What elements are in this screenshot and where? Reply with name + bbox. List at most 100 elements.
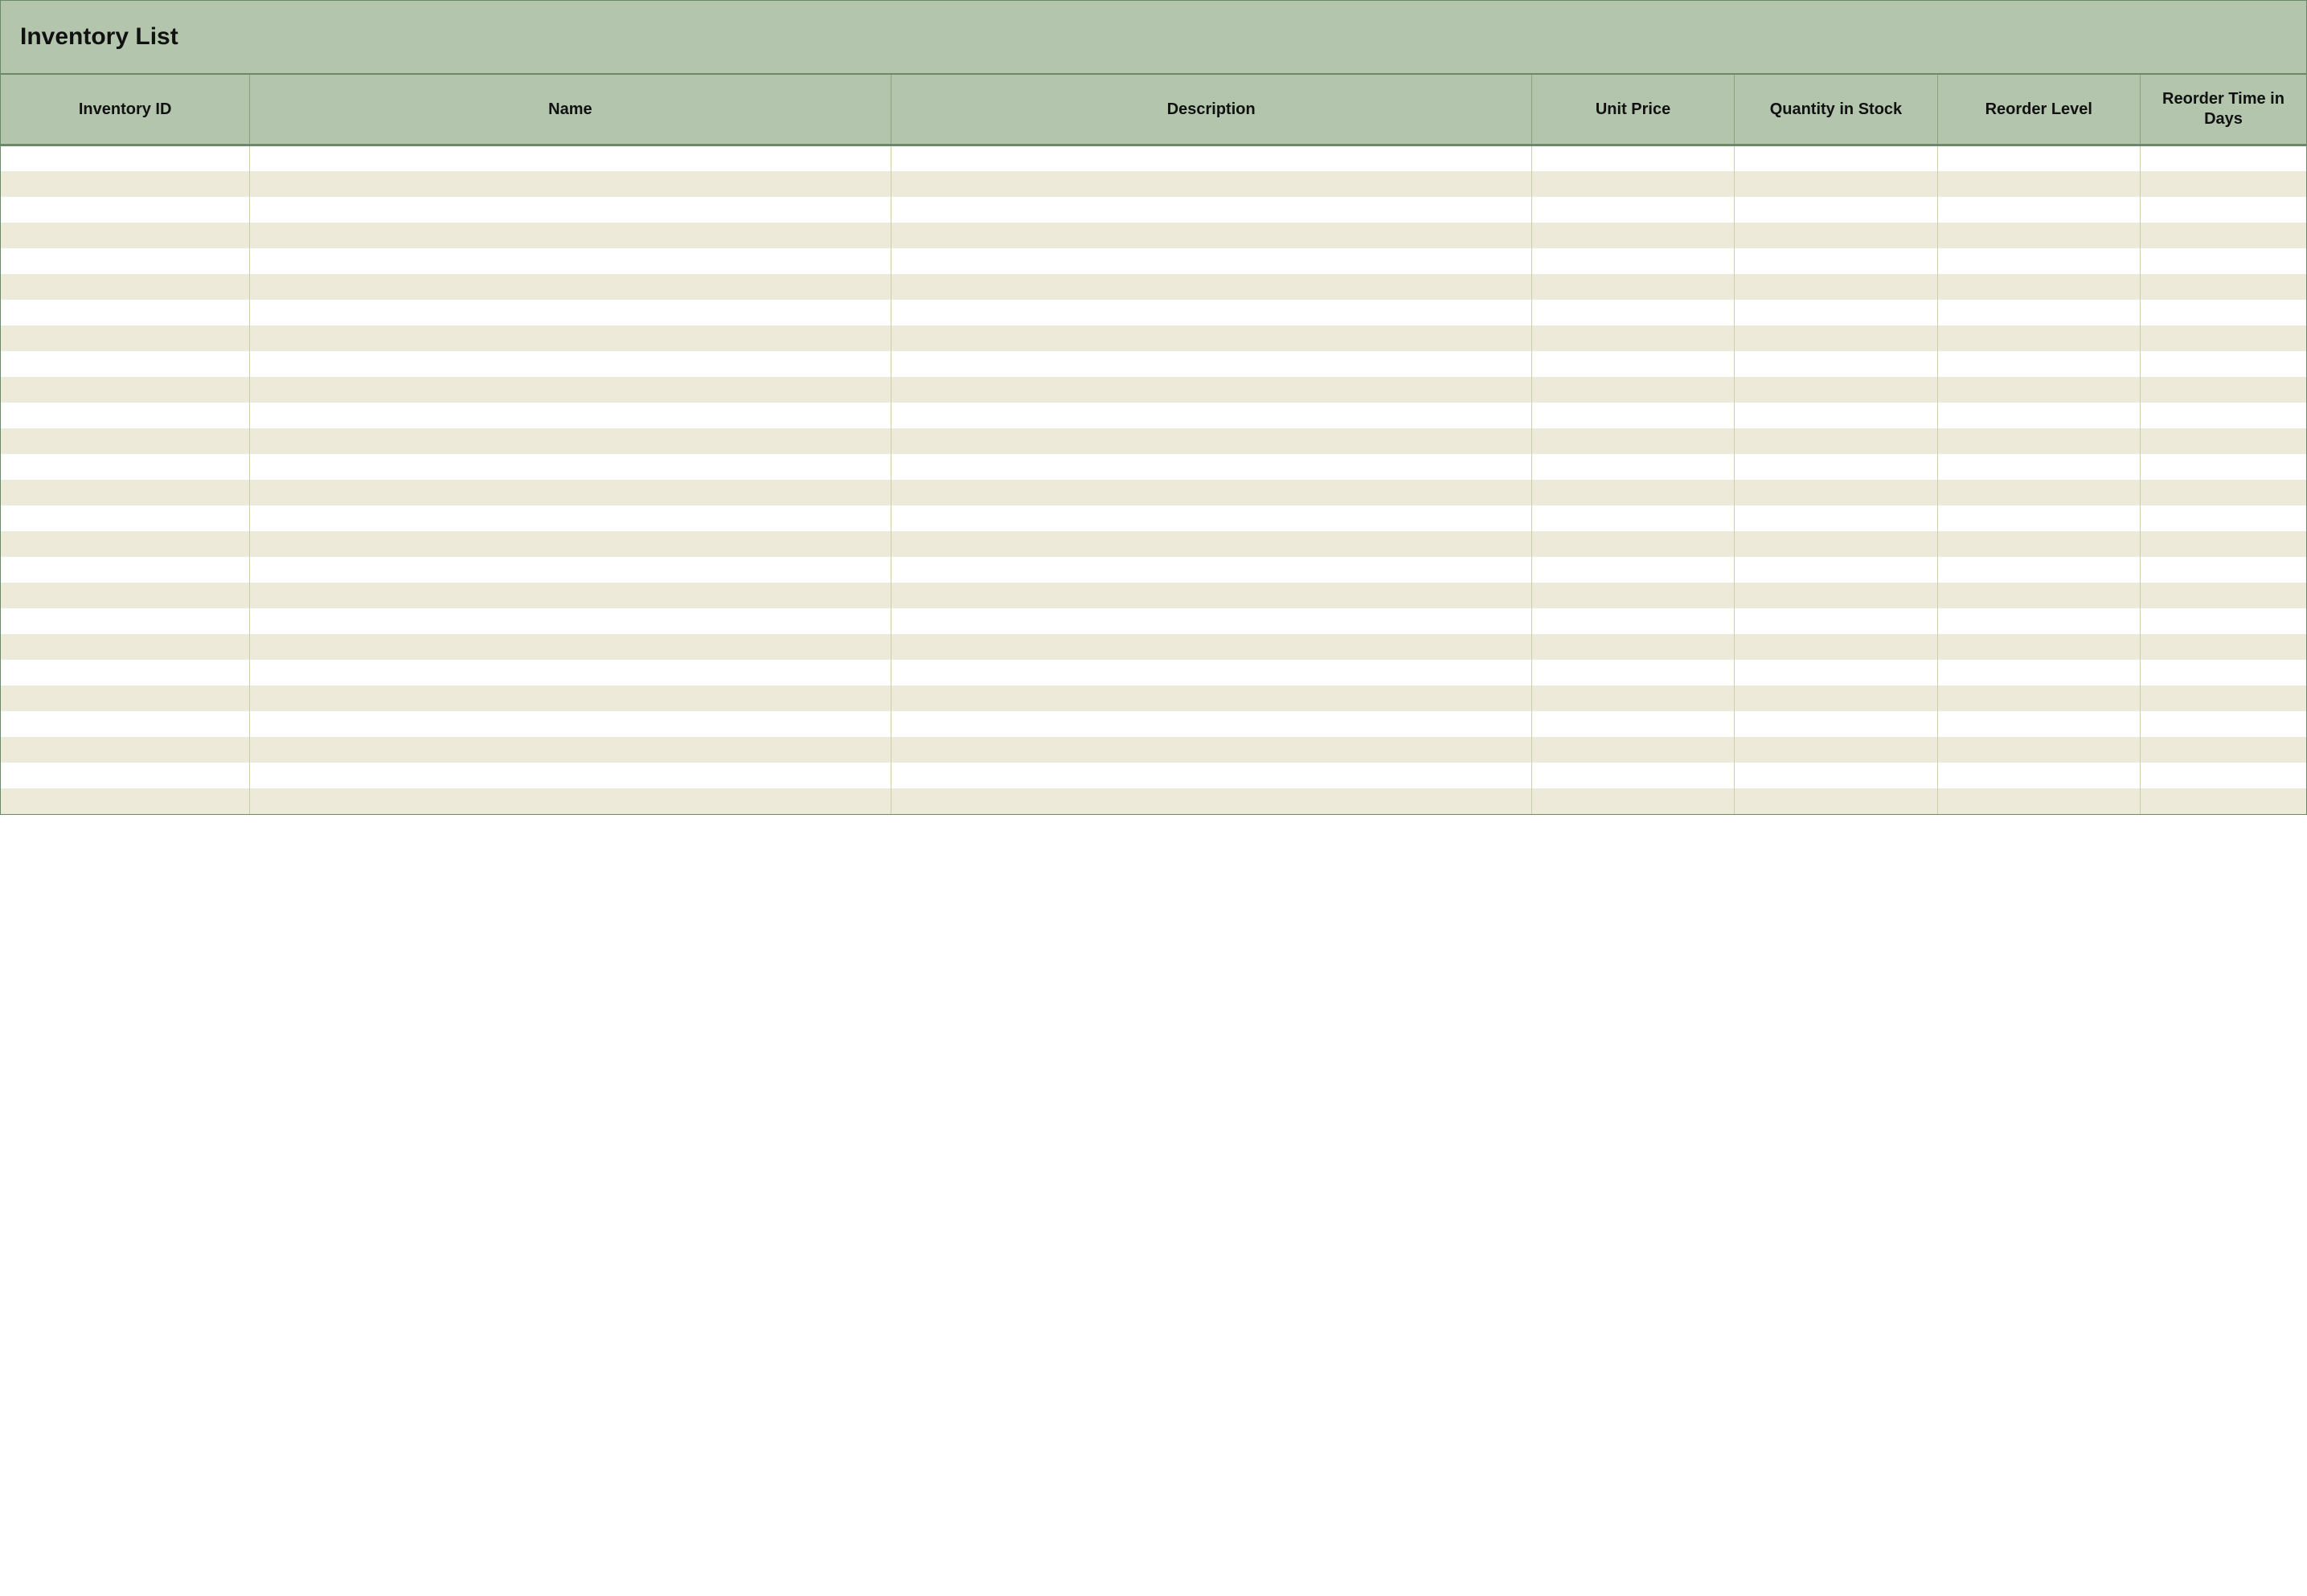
table-row[interactable]	[1, 197, 2306, 223]
table-row[interactable]	[1, 377, 2306, 403]
table-row[interactable]	[1, 325, 2306, 351]
table-cell[interactable]	[891, 300, 1531, 325]
table-cell[interactable]	[1937, 531, 2140, 557]
table-cell[interactable]	[1, 788, 250, 814]
table-cell[interactable]	[1, 300, 250, 325]
table-cell[interactable]	[1735, 248, 1937, 274]
table-cell[interactable]	[1735, 634, 1937, 660]
table-cell[interactable]	[2140, 583, 2306, 608]
table-cell[interactable]	[1, 583, 250, 608]
table-cell[interactable]	[250, 685, 891, 711]
table-cell[interactable]	[1735, 711, 1937, 737]
table-cell[interactable]	[1735, 454, 1937, 480]
table-cell[interactable]	[1531, 223, 1734, 248]
table-cell[interactable]	[1, 197, 250, 223]
table-cell[interactable]	[1531, 351, 1734, 377]
table-cell[interactable]	[891, 248, 1531, 274]
table-cell[interactable]	[2140, 248, 2306, 274]
table-cell[interactable]	[1937, 223, 2140, 248]
table-cell[interactable]	[250, 480, 891, 505]
table-cell[interactable]	[250, 505, 891, 531]
table-cell[interactable]	[2140, 788, 2306, 814]
table-cell[interactable]	[891, 454, 1531, 480]
table-cell[interactable]	[1937, 788, 2140, 814]
table-cell[interactable]	[250, 325, 891, 351]
table-row[interactable]	[1, 660, 2306, 685]
table-cell[interactable]	[1531, 454, 1734, 480]
table-cell[interactable]	[1735, 480, 1937, 505]
table-cell[interactable]	[1735, 428, 1937, 454]
table-cell[interactable]	[2140, 351, 2306, 377]
table-cell[interactable]	[250, 583, 891, 608]
table-cell[interactable]	[1, 608, 250, 634]
table-cell[interactable]	[1, 711, 250, 737]
table-cell[interactable]	[1, 145, 250, 171]
table-row[interactable]	[1, 711, 2306, 737]
table-cell[interactable]	[1735, 505, 1937, 531]
table-cell[interactable]	[1735, 531, 1937, 557]
table-row[interactable]	[1, 557, 2306, 583]
table-cell[interactable]	[1937, 197, 2140, 223]
table-cell[interactable]	[891, 583, 1531, 608]
table-cell[interactable]	[891, 685, 1531, 711]
table-row[interactable]	[1, 145, 2306, 171]
table-row[interactable]	[1, 608, 2306, 634]
table-cell[interactable]	[1937, 454, 2140, 480]
table-row[interactable]	[1, 685, 2306, 711]
table-cell[interactable]	[1531, 300, 1734, 325]
table-cell[interactable]	[1735, 737, 1937, 763]
table-cell[interactable]	[1937, 145, 2140, 171]
table-cell[interactable]	[1, 660, 250, 685]
table-cell[interactable]	[2140, 325, 2306, 351]
table-cell[interactable]	[250, 403, 891, 428]
table-cell[interactable]	[1531, 505, 1734, 531]
table-cell[interactable]	[1937, 763, 2140, 788]
table-cell[interactable]	[891, 788, 1531, 814]
table-cell[interactable]	[2140, 608, 2306, 634]
table-cell[interactable]	[891, 223, 1531, 248]
table-cell[interactable]	[891, 737, 1531, 763]
table-cell[interactable]	[1, 274, 250, 300]
table-cell[interactable]	[1, 763, 250, 788]
table-cell[interactable]	[891, 505, 1531, 531]
table-cell[interactable]	[2140, 685, 2306, 711]
table-cell[interactable]	[250, 763, 891, 788]
table-row[interactable]	[1, 428, 2306, 454]
table-cell[interactable]	[2140, 274, 2306, 300]
table-cell[interactable]	[891, 403, 1531, 428]
table-cell[interactable]	[1937, 171, 2140, 197]
table-cell[interactable]	[2140, 377, 2306, 403]
table-cell[interactable]	[1, 634, 250, 660]
table-cell[interactable]	[250, 197, 891, 223]
table-cell[interactable]	[891, 531, 1531, 557]
table-cell[interactable]	[1531, 608, 1734, 634]
table-cell[interactable]	[891, 634, 1531, 660]
table-cell[interactable]	[1531, 197, 1734, 223]
table-row[interactable]	[1, 300, 2306, 325]
table-cell[interactable]	[1531, 763, 1734, 788]
table-cell[interactable]	[1735, 788, 1937, 814]
table-cell[interactable]	[2140, 223, 2306, 248]
table-row[interactable]	[1, 763, 2306, 788]
table-cell[interactable]	[1, 531, 250, 557]
table-cell[interactable]	[1735, 171, 1937, 197]
table-cell[interactable]	[1, 428, 250, 454]
table-cell[interactable]	[1937, 377, 2140, 403]
table-cell[interactable]	[2140, 531, 2306, 557]
table-cell[interactable]	[250, 377, 891, 403]
table-row[interactable]	[1, 788, 2306, 814]
table-cell[interactable]	[2140, 763, 2306, 788]
table-cell[interactable]	[250, 634, 891, 660]
table-cell[interactable]	[891, 145, 1531, 171]
table-cell[interactable]	[1735, 300, 1937, 325]
table-cell[interactable]	[2140, 428, 2306, 454]
table-cell[interactable]	[2140, 660, 2306, 685]
table-cell[interactable]	[1937, 634, 2140, 660]
table-cell[interactable]	[1531, 145, 1734, 171]
table-cell[interactable]	[1531, 531, 1734, 557]
table-cell[interactable]	[891, 557, 1531, 583]
table-cell[interactable]	[2140, 557, 2306, 583]
table-cell[interactable]	[1735, 377, 1937, 403]
table-cell[interactable]	[1937, 300, 2140, 325]
table-cell[interactable]	[2140, 454, 2306, 480]
